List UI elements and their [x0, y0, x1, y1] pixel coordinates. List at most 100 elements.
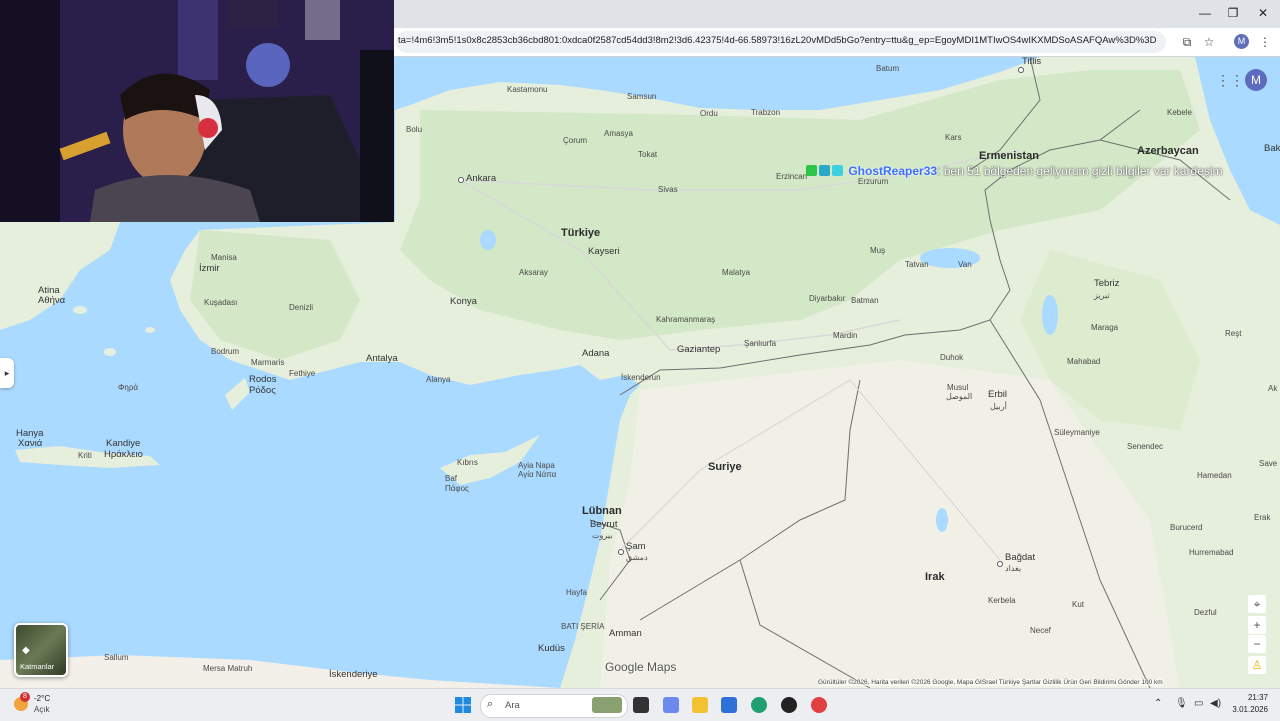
city-atina[interactable]: Atina	[38, 286, 60, 296]
country-label-syria[interactable]: Suriye	[708, 462, 742, 473]
city-mahabad[interactable]: Mahabad	[1067, 357, 1100, 366]
weather-condition[interactable]: Açık	[34, 705, 50, 714]
city-mus[interactable]: Muş	[870, 246, 885, 255]
city-batman[interactable]: Batman	[851, 296, 879, 305]
browser-profile-avatar[interactable]: M	[1234, 34, 1249, 49]
city-senendec[interactable]: Senendec	[1127, 442, 1163, 451]
city-malatya[interactable]: Malatya	[722, 268, 750, 277]
pegman-icon[interactable]: ♙	[1248, 656, 1266, 674]
city-kastamonu[interactable]: Kastamonu	[507, 85, 547, 94]
city-sivas[interactable]: Sivas	[658, 185, 678, 194]
country-label-lebanon[interactable]: Lübnan	[582, 506, 622, 517]
region-kriti[interactable]: Kriti	[78, 451, 92, 460]
city-rest[interactable]: Reşt	[1225, 329, 1241, 338]
edge-icon[interactable]	[751, 697, 767, 713]
city-adana[interactable]: Adana	[582, 349, 609, 359]
city-amasya[interactable]: Amasya	[604, 129, 633, 138]
obs-icon[interactable]	[781, 697, 797, 713]
city-iskenderun[interactable]: İskenderun	[621, 373, 661, 382]
city-musul[interactable]: Musul	[947, 383, 968, 392]
map-attribution[interactable]: Gürültüler ©2026, Harita verileri ©2026 …	[818, 679, 1163, 686]
windows-start-icon[interactable]	[455, 697, 471, 713]
city-iskenderiye[interactable]: İskenderiye	[329, 670, 378, 680]
tray-chevron-icon[interactable]: ⌃	[1154, 698, 1162, 709]
city-burucerd[interactable]: Burucerd	[1170, 523, 1202, 532]
city-erzincan[interactable]: Erzincan	[776, 172, 807, 181]
bookmark-star-icon[interactable]: ☆	[1200, 33, 1218, 51]
copilot-icon[interactable]	[663, 697, 679, 713]
url-text[interactable]: ta=!4m6!3m5!1s0x8c2853cb36cbd801:0xdca0f…	[398, 35, 1158, 46]
city-hurremabad[interactable]: Hurremabad	[1189, 548, 1233, 557]
city-tebriz-arabic[interactable]: تبريز	[1094, 291, 1110, 300]
city-maraga[interactable]: Maraga	[1091, 323, 1118, 332]
city-baf[interactable]: Baf	[445, 474, 457, 483]
google-apps-icon[interactable]: ⋮⋮	[1216, 72, 1244, 88]
city-samsun[interactable]: Samsun	[627, 92, 656, 101]
city-corum[interactable]: Çorum	[563, 136, 587, 145]
city-antalya[interactable]: Antalya	[366, 354, 398, 364]
browser-menu-icon[interactable]: ⋮	[1256, 33, 1274, 51]
country-label-armenia[interactable]: Ermenistan	[979, 151, 1039, 162]
restore-icon[interactable]: ❐	[1222, 4, 1244, 22]
city-fira[interactable]: Φηρά	[118, 383, 138, 392]
city-fethiye[interactable]: Fethiye	[289, 369, 315, 378]
search-highlight-icon[interactable]	[592, 697, 622, 713]
account-avatar[interactable]: M	[1245, 69, 1267, 91]
city-kahramanmaras[interactable]: Kahramanmaraş	[656, 315, 715, 324]
city-ayia-napa-greek[interactable]: Αγία Νάπα	[518, 470, 556, 479]
city-manisa[interactable]: Manisa	[211, 253, 237, 262]
city-ankara[interactable]: Ankara	[466, 174, 496, 184]
taskbar-time[interactable]: 21:37	[1234, 693, 1268, 702]
city-tokat[interactable]: Tokat	[638, 150, 657, 159]
store-icon[interactable]	[721, 697, 737, 713]
city-sanliurfa[interactable]: Şanlıurfa	[744, 339, 776, 348]
city-kerbela[interactable]: Kerbela	[988, 596, 1016, 605]
city-konya[interactable]: Konya	[450, 297, 477, 307]
city-bodrum[interactable]: Bodrum	[211, 347, 239, 356]
zoom-in-button[interactable]: +	[1248, 616, 1266, 634]
chrome-icon[interactable]	[811, 697, 827, 713]
city-erbil-arabic[interactable]: أربيل	[990, 402, 1007, 411]
city-bak[interactable]: Bak	[1264, 144, 1280, 154]
network-icon[interactable]: ▭	[1194, 698, 1203, 709]
city-izmir[interactable]: İzmir	[199, 264, 220, 274]
city-diyarbakir[interactable]: Diyarbakır	[809, 294, 845, 303]
city-van[interactable]: Van	[958, 260, 972, 269]
minimize-icon[interactable]: —	[1194, 4, 1216, 22]
city-baf-greek[interactable]: Πάφος	[445, 484, 469, 493]
city-hamedan[interactable]: Hamedan	[1197, 471, 1232, 480]
city-beyrut-arabic[interactable]: بيروت	[592, 531, 612, 540]
city-tatvan[interactable]: Tatvan	[905, 260, 929, 269]
city-kayseri[interactable]: Kayseri	[588, 247, 620, 257]
country-label-turkey[interactable]: Türkiye	[561, 228, 600, 239]
region-kibris[interactable]: Kıbrıs	[457, 458, 478, 467]
city-sam[interactable]: Şam	[626, 542, 646, 552]
zoom-out-button[interactable]: −	[1248, 635, 1266, 653]
city-bolu[interactable]: Bolu	[406, 125, 422, 134]
city-denizli[interactable]: Denizli	[289, 303, 313, 312]
my-location-button[interactable]: ⌖	[1248, 595, 1266, 613]
city-tiflis[interactable]: Tiflis	[1022, 57, 1041, 66]
city-ayia-napa[interactable]: Ayia Napa	[518, 461, 555, 470]
region-bati-seria[interactable]: BATI ŞERİA	[561, 622, 604, 631]
city-suleymaniye[interactable]: Süleymaniye	[1054, 428, 1100, 437]
file-explorer-icon[interactable]	[692, 697, 708, 713]
city-mersa-matruh[interactable]: Mersa Matruh	[203, 664, 252, 673]
city-bagdat[interactable]: Bağdat	[1005, 553, 1035, 563]
city-sam-arabic[interactable]: دمشق	[626, 553, 648, 562]
city-sallum[interactable]: Sallum	[104, 653, 128, 662]
city-kandiye-greek[interactable]: Ηράκλειο	[104, 450, 143, 460]
city-atina-greek[interactable]: Αθήνα	[38, 296, 65, 306]
layers-button[interactable]: ◆ Katmanlar	[14, 623, 68, 677]
city-duhok[interactable]: Duhok	[940, 353, 963, 362]
taskbar-date[interactable]: 3.01.2026	[1226, 705, 1268, 714]
city-beyrut[interactable]: Beyrut	[590, 520, 617, 530]
city-hanya[interactable]: Hanya	[16, 429, 43, 439]
city-kudus[interactable]: Kudüs	[538, 644, 565, 654]
city-save[interactable]: Save	[1259, 459, 1277, 468]
city-aksaray[interactable]: Aksaray	[519, 268, 548, 277]
volume-icon[interactable]: ◀)	[1210, 698, 1221, 709]
city-kebele[interactable]: Kebele	[1167, 108, 1192, 117]
city-amman[interactable]: Amman	[609, 629, 642, 639]
url-field[interactable]: ta=!4m6!3m5!1s0x8c2853cb36cbd801:0xdca0f…	[396, 31, 1166, 53]
